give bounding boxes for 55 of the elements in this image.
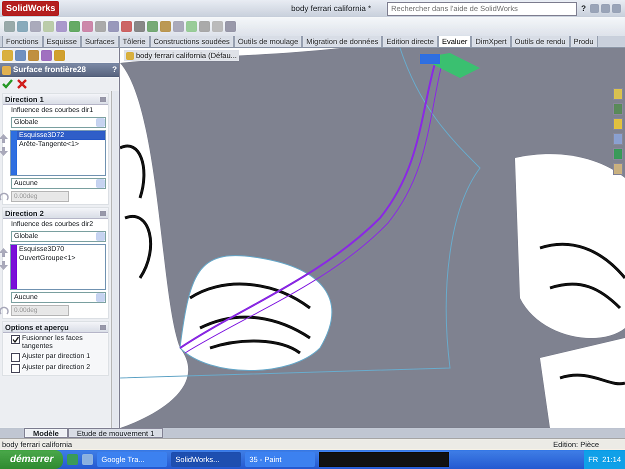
window-title: body ferrari california * <box>291 2 372 14</box>
tool-icon[interactable] <box>69 21 80 32</box>
app-logo: SolidWorks <box>2 1 60 16</box>
task-pane-icon[interactable] <box>613 163 623 175</box>
tool-icon[interactable] <box>95 21 106 32</box>
angle-icon <box>0 306 9 316</box>
tool-icon[interactable] <box>147 21 158 32</box>
help-button[interactable]: ? <box>581 2 586 14</box>
collapse-icon[interactable] <box>100 97 106 102</box>
panel-title: Surface frontière28 <box>13 64 87 76</box>
tool-icon[interactable] <box>212 21 223 32</box>
panel-tab-icon[interactable] <box>28 50 39 61</box>
angle-icon <box>0 192 9 202</box>
collapse-icon[interactable] <box>100 211 106 216</box>
up-arrow-icon[interactable] <box>0 248 8 257</box>
feature-icon <box>2 66 11 74</box>
help-button[interactable]: ? <box>112 64 117 76</box>
task-pane-icon[interactable] <box>613 133 623 145</box>
quick-launch-icon[interactable] <box>67 454 78 465</box>
scrollbar[interactable] <box>110 91 119 428</box>
tool-icon[interactable] <box>225 21 236 32</box>
panel-tab-icon[interactable] <box>54 50 65 61</box>
quick-launch-icon[interactable] <box>82 454 94 465</box>
part-icon <box>126 52 134 60</box>
tool-icon[interactable] <box>17 21 28 32</box>
tool-icon[interactable] <box>199 21 210 32</box>
ok-icon[interactable] <box>2 79 13 89</box>
tool-icon[interactable] <box>134 21 145 32</box>
tool-icon[interactable] <box>30 21 41 32</box>
checkbox[interactable] <box>11 364 20 373</box>
tool-icon[interactable] <box>108 21 119 32</box>
up-arrow-icon[interactable] <box>0 134 8 143</box>
collapse-icon[interactable] <box>100 325 106 330</box>
panel-tab-icon[interactable] <box>15 50 26 61</box>
checkbox[interactable] <box>11 353 20 362</box>
media-player-bar[interactable] <box>319 452 450 467</box>
task-pane-icon[interactable] <box>613 103 623 115</box>
down-arrow-icon[interactable] <box>0 261 8 270</box>
tool-icon[interactable] <box>43 21 54 32</box>
tool-icon[interactable] <box>82 21 93 32</box>
start-button[interactable]: démarrer <box>0 450 64 469</box>
panel-tab-icon[interactable] <box>2 50 13 61</box>
tool-icon[interactable] <box>173 21 184 32</box>
tool-icon[interactable] <box>4 21 15 32</box>
tool-icon[interactable] <box>56 21 67 32</box>
cancel-icon[interactable] <box>17 79 27 89</box>
checkbox[interactable] <box>11 335 20 344</box>
panel-tab-icon[interactable] <box>41 50 52 61</box>
task-pane-icon[interactable] <box>613 118 623 130</box>
task-pane-icon[interactable] <box>613 88 623 100</box>
tool-icon[interactable] <box>186 21 197 32</box>
down-arrow-icon[interactable] <box>0 147 8 156</box>
tool-icon[interactable] <box>160 21 171 32</box>
tool-icon[interactable] <box>121 21 132 32</box>
task-pane-icon[interactable] <box>613 148 623 160</box>
